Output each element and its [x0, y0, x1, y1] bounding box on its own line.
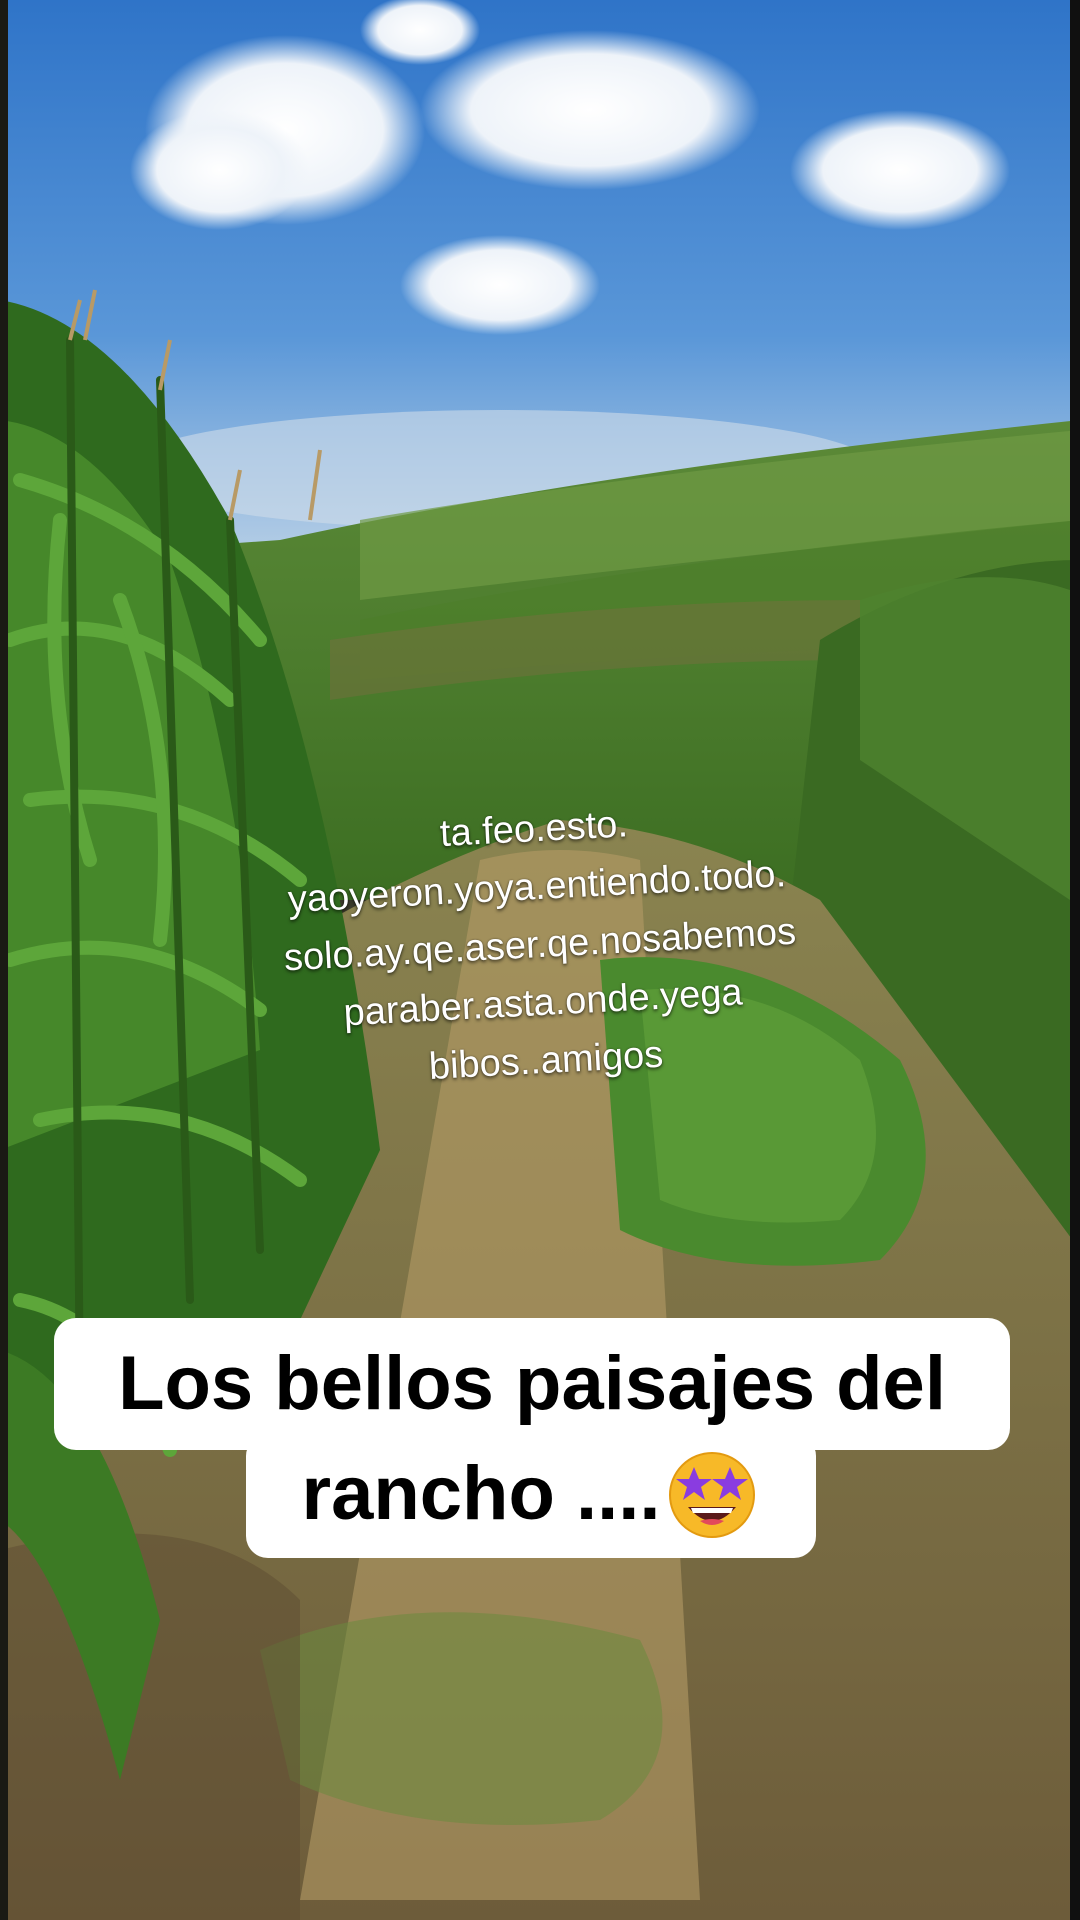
right-border [1070, 0, 1080, 1920]
left-border [0, 0, 8, 1920]
caption-line-1: Los bellos paisajes del [54, 1318, 1010, 1450]
star-struck-emoji-icon [664, 1445, 760, 1541]
caption-line-2: rancho .... [246, 1434, 816, 1558]
caption-text-1: Los bellos paisajes del [118, 1341, 946, 1426]
caption-text-2: rancho .... [301, 1451, 661, 1536]
overlay-text: ta.feo.esto. yaoyeron.yoya.entiendo.todo… [153, 780, 927, 1109]
